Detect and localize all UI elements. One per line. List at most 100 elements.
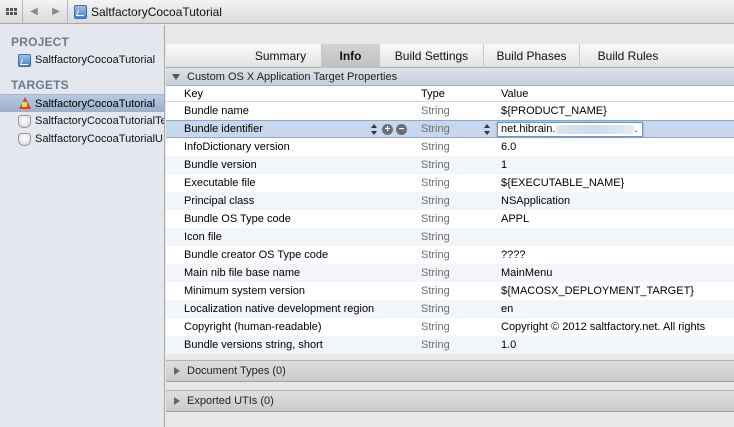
add-row-icon[interactable]: +: [382, 124, 393, 135]
tab-summary[interactable]: Summary: [240, 44, 322, 68]
row-key: Main nib file base name: [184, 267, 301, 279]
table-row[interactable]: Bundle version String 1: [166, 156, 734, 174]
test-target-icon: [18, 114, 31, 128]
related-items-icon[interactable]: [0, 0, 22, 24]
section-header-exported-utis[interactable]: Exported UTIs (0): [166, 390, 734, 412]
row-key: Bundle version: [184, 159, 257, 171]
table-row[interactable]: Copyright (human-readable) String Copyri…: [166, 318, 734, 336]
row-value[interactable]: Copyright © 2012 saltfactory.net. All ri…: [501, 321, 705, 333]
sidebar-item-target-app[interactable]: SaltfactoryCocoaTutorial: [0, 94, 164, 112]
section-gap: [166, 382, 734, 390]
key-stepper-icon[interactable]: [371, 124, 377, 135]
redacted-text: [556, 124, 635, 134]
table-row[interactable]: Icon file String: [166, 228, 734, 246]
row-key: Minimum system version: [184, 285, 306, 297]
row-value[interactable]: en: [501, 303, 513, 315]
section-gap: [166, 413, 734, 427]
section-title: Custom OS X Application Target Propertie…: [187, 70, 398, 83]
type-stepper-icon[interactable]: [484, 124, 490, 135]
input-text-suffix: .: [634, 123, 638, 135]
row-type: String: [421, 249, 450, 261]
input-text: net.hibrain.: [501, 123, 556, 135]
row-key: Bundle creator OS Type code: [184, 249, 329, 261]
row-type: String: [421, 195, 450, 207]
jumpbar-separator: [67, 0, 68, 24]
row-value[interactable]: NSApplication: [501, 195, 570, 207]
breadcrumb-label: SaltfactoryCocoaTutorial: [91, 4, 222, 19]
row-value[interactable]: ${EXECUTABLE_NAME}: [501, 177, 624, 189]
row-key: Copyright (human-readable): [184, 321, 322, 333]
table-row[interactable]: Main nib file base name String MainMenu: [166, 264, 734, 282]
table-header: Key Type Value: [166, 86, 734, 102]
row-value[interactable]: ${PRODUCT_NAME}: [501, 105, 607, 117]
bundle-identifier-input[interactable]: net.hibrain..: [497, 122, 643, 137]
row-key: Localization native development region: [184, 303, 375, 315]
table-row[interactable]: Principal class String NSApplication: [166, 192, 734, 210]
row-type: String: [421, 339, 450, 351]
table-row[interactable]: Bundle OS Type code String APPL: [166, 210, 734, 228]
tab-build-rules[interactable]: Build Rules: [580, 44, 676, 68]
back-arrow-icon[interactable]: ◀: [23, 6, 45, 17]
row-value[interactable]: 6.0: [501, 141, 516, 153]
properties-table: Key Type Value Bundle name String ${PROD…: [166, 86, 734, 354]
row-type: String: [421, 267, 450, 279]
sidebar-item-target-uitests[interactable]: SaltfactoryCocoaTutorialUITests: [0, 130, 164, 148]
test-target-icon: [18, 132, 31, 146]
project-sidebar: PROJECT SaltfactoryCocoaTutorial TARGETS…: [0, 25, 165, 427]
tab-build-phases[interactable]: Build Phases: [484, 44, 580, 68]
section-title: Document Types (0): [187, 365, 286, 377]
row-key: Bundle OS Type code: [184, 213, 291, 225]
section-title: Exported UTIs (0): [187, 395, 274, 407]
row-value[interactable]: 1.0: [501, 339, 516, 351]
column-header-value[interactable]: Value: [501, 88, 528, 100]
remove-row-icon[interactable]: −: [396, 124, 407, 135]
column-header-key[interactable]: Key: [184, 88, 203, 100]
table-row[interactable]: Localization native development region S…: [166, 300, 734, 318]
table-row[interactable]: InfoDictionary version String 6.0: [166, 138, 734, 156]
row-value[interactable]: ????: [501, 249, 525, 261]
row-key: Bundle identifier: [184, 123, 263, 135]
sidebar-header-project: PROJECT: [11, 35, 70, 49]
disclosure-triangle-icon[interactable]: [172, 73, 180, 80]
table-row[interactable]: Bundle creator OS Type code String ????: [166, 246, 734, 264]
table-row[interactable]: Executable file String ${EXECUTABLE_NAME…: [166, 174, 734, 192]
sidebar-item-label: SaltfactoryCocoaTutorialTests: [35, 115, 164, 127]
section-header-document-types[interactable]: Document Types (0): [166, 360, 734, 382]
table-row[interactable]: Bundle name String ${PRODUCT_NAME}: [166, 102, 734, 120]
row-type: String: [421, 285, 450, 297]
row-key: Bundle name: [184, 105, 249, 117]
tab-build-settings[interactable]: Build Settings: [380, 44, 484, 68]
sidebar-header-targets: TARGETS: [11, 78, 69, 92]
sidebar-item-project[interactable]: SaltfactoryCocoaTutorial: [0, 51, 164, 69]
tab-info[interactable]: Info: [322, 44, 380, 68]
sidebar-item-label: SaltfactoryCocoaTutorial: [35, 97, 156, 110]
project-icon: [74, 4, 87, 19]
editor-tabs: Summary Info Build Settings Build Phases…: [166, 44, 734, 68]
sidebar-item-target-tests[interactable]: SaltfactoryCocoaTutorialTests: [0, 112, 164, 130]
row-type: String: [421, 177, 450, 189]
row-value[interactable]: 1: [501, 159, 507, 171]
jump-bar: ◀ ▶ SaltfactoryCocoaTutorial: [0, 0, 734, 24]
row-type: String: [421, 105, 450, 117]
row-type: String: [421, 123, 450, 135]
row-key: Icon file: [184, 231, 222, 243]
row-type: String: [421, 141, 450, 153]
row-type: String: [421, 303, 450, 315]
forward-arrow-icon[interactable]: ▶: [45, 6, 67, 17]
column-header-type[interactable]: Type: [421, 88, 445, 100]
section-header-target-properties[interactable]: Custom OS X Application Target Propertie…: [166, 68, 734, 86]
disclosure-triangle-icon[interactable]: [174, 397, 180, 405]
row-type: String: [421, 321, 450, 333]
row-key: Bundle versions string, short: [184, 339, 323, 351]
row-type: String: [421, 159, 450, 171]
row-value[interactable]: APPL: [501, 213, 529, 225]
table-row[interactable]: Minimum system version String ${MACOSX_D…: [166, 282, 734, 300]
table-row-selected[interactable]: Bundle identifier + − String net.hibrain…: [166, 120, 734, 138]
row-key: Executable file: [184, 177, 256, 189]
row-value[interactable]: ${MACOSX_DEPLOYMENT_TARGET}: [501, 285, 694, 297]
application-target-icon: [18, 97, 31, 110]
row-value[interactable]: MainMenu: [501, 267, 552, 279]
table-row[interactable]: Bundle versions string, short String 1.0: [166, 336, 734, 354]
breadcrumb-project[interactable]: SaltfactoryCocoaTutorial: [74, 4, 222, 19]
disclosure-triangle-icon[interactable]: [174, 367, 180, 375]
